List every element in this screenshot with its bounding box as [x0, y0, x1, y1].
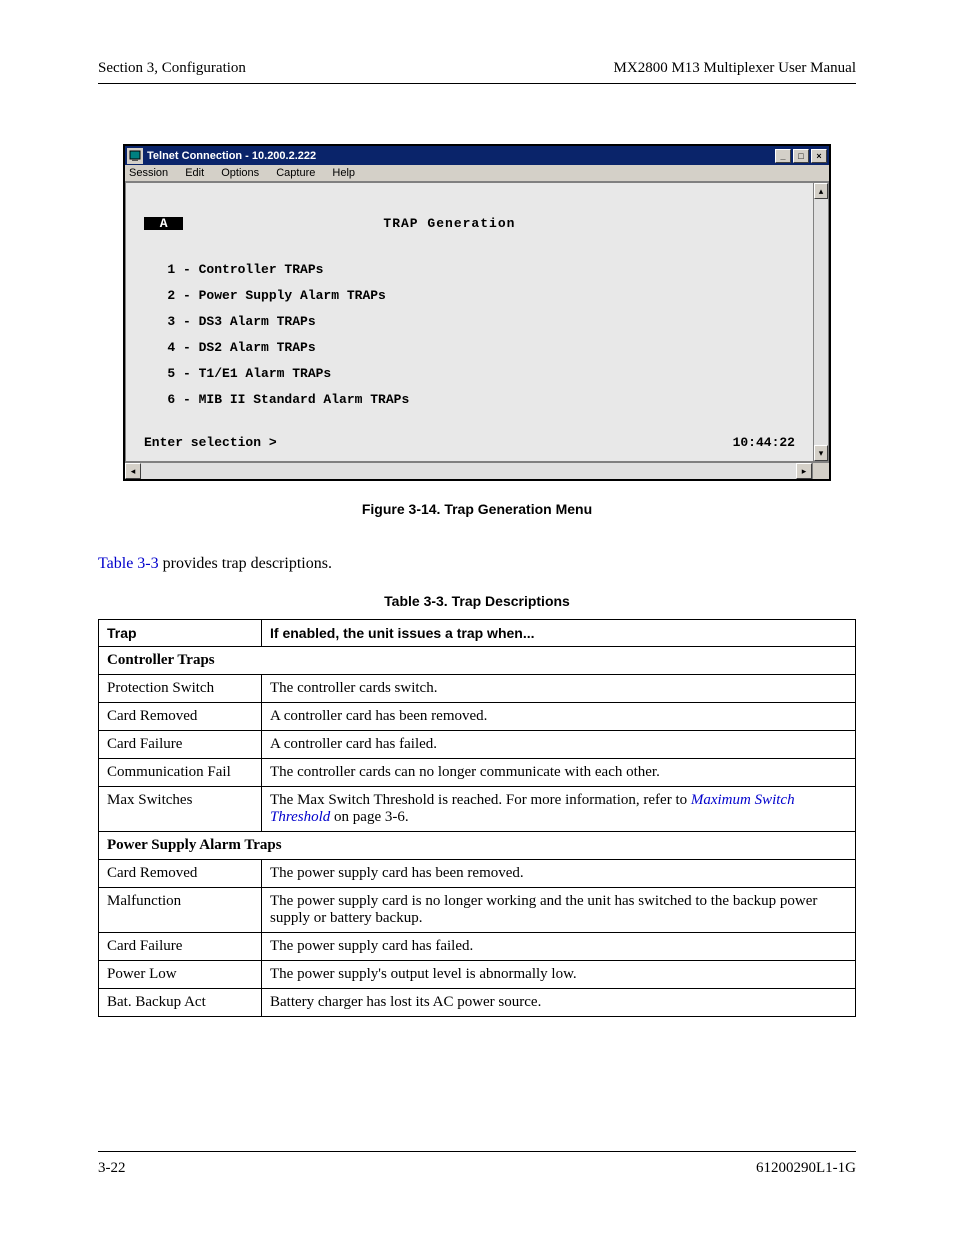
- scroll-left-icon[interactable]: ◂: [125, 463, 141, 479]
- th-desc: If enabled, the unit issues a trap when.…: [262, 620, 856, 647]
- clock: 10:44:22: [733, 436, 795, 449]
- terminal[interactable]: A TRAP Generation 1 - Controller TRAPs 2…: [125, 182, 813, 462]
- th-trap: Trap: [99, 620, 262, 647]
- body-text: Table 3-3 provides trap descriptions.: [98, 555, 856, 573]
- table-row: Bat. Backup ActBattery charger has lost …: [99, 989, 856, 1017]
- menu-line-1: 1 - Controller TRAPs: [144, 263, 795, 276]
- menu-line-4: 4 - DS2 Alarm TRAPs: [144, 341, 795, 354]
- table-row: Card FailureA controller card has failed…: [99, 731, 856, 759]
- page-number: 3-22: [98, 1160, 126, 1177]
- terminal-title: TRAP Generation: [383, 217, 515, 230]
- menu-line-2: 2 - Power Supply Alarm TRAPs: [144, 289, 795, 302]
- resize-grip-icon[interactable]: [812, 463, 829, 479]
- vertical-scrollbar[interactable]: ▴ ▾: [813, 182, 829, 462]
- window-title: Telnet Connection - 10.200.2.222: [147, 150, 316, 162]
- trap-descriptions-table: Trap If enabled, the unit issues a trap …: [98, 619, 856, 1017]
- table-3-3-link[interactable]: Table 3-3: [98, 555, 159, 572]
- menu-session[interactable]: Session: [129, 167, 168, 179]
- menu-line-3: 3 - DS3 Alarm TRAPs: [144, 315, 795, 328]
- doc-id: 61200290L1-1G: [756, 1160, 856, 1177]
- section-controller: Controller Traps: [99, 647, 856, 675]
- scroll-down-icon[interactable]: ▾: [814, 445, 828, 461]
- section-powersupply: Power Supply Alarm Traps: [99, 832, 856, 860]
- menu-line-5: 5 - T1/E1 Alarm TRAPs: [144, 367, 795, 380]
- figure-caption: Figure 3-14. Trap Generation Menu: [98, 501, 856, 517]
- menu-edit[interactable]: Edit: [185, 167, 204, 179]
- table-row: Card RemovedA controller card has been r…: [99, 703, 856, 731]
- scroll-up-icon[interactable]: ▴: [814, 183, 828, 199]
- menu-line-6: 6 - MIB II Standard Alarm TRAPs: [144, 393, 795, 406]
- table-row: Protection SwitchThe controller cards sw…: [99, 675, 856, 703]
- table-row: Communication FailThe controller cards c…: [99, 759, 856, 787]
- terminal-badge: A: [144, 217, 183, 230]
- telnet-window: Telnet Connection - 10.200.2.222 _ □ × S…: [123, 144, 831, 481]
- menu-capture[interactable]: Capture: [276, 167, 315, 179]
- titlebar: Telnet Connection - 10.200.2.222 _ □ ×: [125, 146, 829, 165]
- close-button[interactable]: ×: [811, 149, 827, 163]
- table-caption: Table 3-3. Trap Descriptions: [98, 593, 856, 609]
- table-row: Power LowThe power supply's output level…: [99, 961, 856, 989]
- table-row: Card RemovedThe power supply card has be…: [99, 860, 856, 888]
- menubar: Session Edit Options Capture Help: [125, 165, 829, 182]
- table-row: Card FailureThe power supply card has fa…: [99, 933, 856, 961]
- table-row: MalfunctionThe power supply card is no l…: [99, 888, 856, 933]
- menu-help[interactable]: Help: [332, 167, 355, 179]
- header-rule: [98, 83, 856, 84]
- scroll-right-icon[interactable]: ▸: [796, 463, 812, 479]
- table-row: Max Switches The Max Switch Threshold is…: [99, 787, 856, 832]
- horizontal-scrollbar[interactable]: ◂ ▸: [125, 462, 829, 479]
- prompt[interactable]: Enter selection >: [144, 436, 277, 449]
- app-icon: [127, 148, 143, 164]
- section-header: Section 3, Configuration: [98, 60, 246, 77]
- maximize-button[interactable]: □: [793, 149, 809, 163]
- menu-options[interactable]: Options: [221, 167, 259, 179]
- manual-title: MX2800 M13 Multiplexer User Manual: [614, 60, 856, 77]
- minimize-button[interactable]: _: [775, 149, 791, 163]
